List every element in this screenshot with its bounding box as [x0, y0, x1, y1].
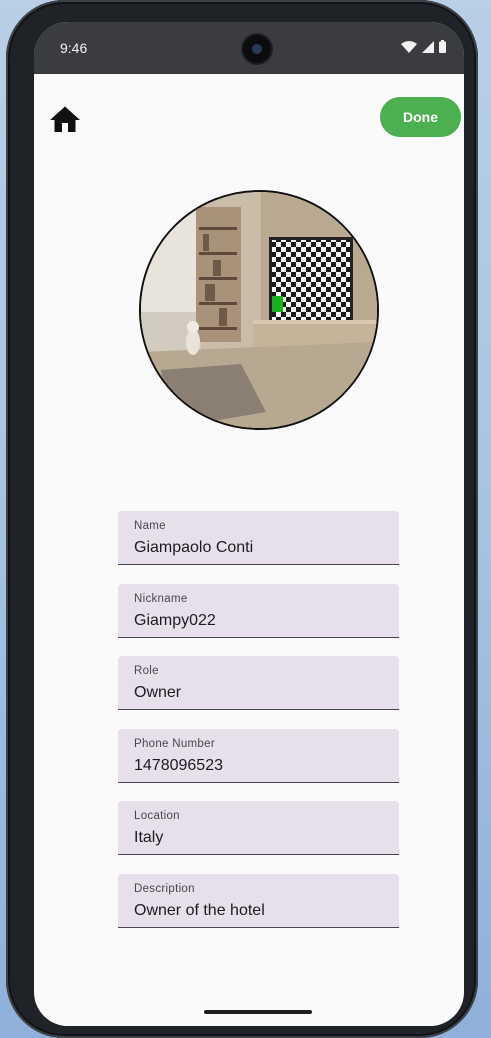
phone-number-field[interactable]: Phone Number 1478096523	[118, 729, 399, 783]
home-icon	[50, 106, 80, 132]
field-value: Italy	[134, 829, 164, 846]
location-field[interactable]: Location Italy	[118, 801, 399, 855]
field-value: Owner of the hotel	[134, 902, 265, 919]
profile-photo[interactable]	[139, 190, 379, 430]
field-label: Nickname	[134, 593, 188, 605]
name-field[interactable]: Name Giampaolo Conti	[118, 511, 399, 565]
field-value: Owner	[134, 684, 182, 701]
field-value: 1478096523	[134, 757, 223, 774]
field-label: Role	[134, 665, 159, 677]
front-camera	[243, 35, 271, 63]
field-value: Giampy022	[134, 612, 216, 629]
field-label: Description	[134, 883, 195, 895]
wifi-icon	[401, 40, 417, 53]
done-button[interactable]: Done	[380, 97, 461, 137]
field-label: Phone Number	[134, 738, 215, 750]
app-screen: 9:46 Done Name Giampaolo Conti Nickname …	[34, 22, 464, 1026]
status-bar: 9:46	[34, 22, 464, 74]
phone-frame: 9:46 Done Name Giampaolo Conti Nickname …	[6, 0, 478, 1038]
home-button[interactable]	[47, 102, 83, 138]
gesture-handle[interactable]	[204, 1010, 312, 1014]
battery-icon	[439, 40, 446, 53]
field-value: Giampaolo Conti	[134, 539, 254, 556]
system-icons	[401, 40, 446, 53]
status-time: 9:46	[60, 40, 88, 56]
living-room-photo	[141, 192, 377, 428]
field-label: Name	[134, 520, 166, 532]
field-label: Location	[134, 810, 180, 822]
role-field[interactable]: Role Owner	[118, 656, 399, 710]
description-field[interactable]: Description Owner of the hotel	[118, 874, 399, 928]
nickname-field[interactable]: Nickname Giampy022	[118, 584, 399, 638]
cell-signal-icon	[422, 40, 434, 53]
